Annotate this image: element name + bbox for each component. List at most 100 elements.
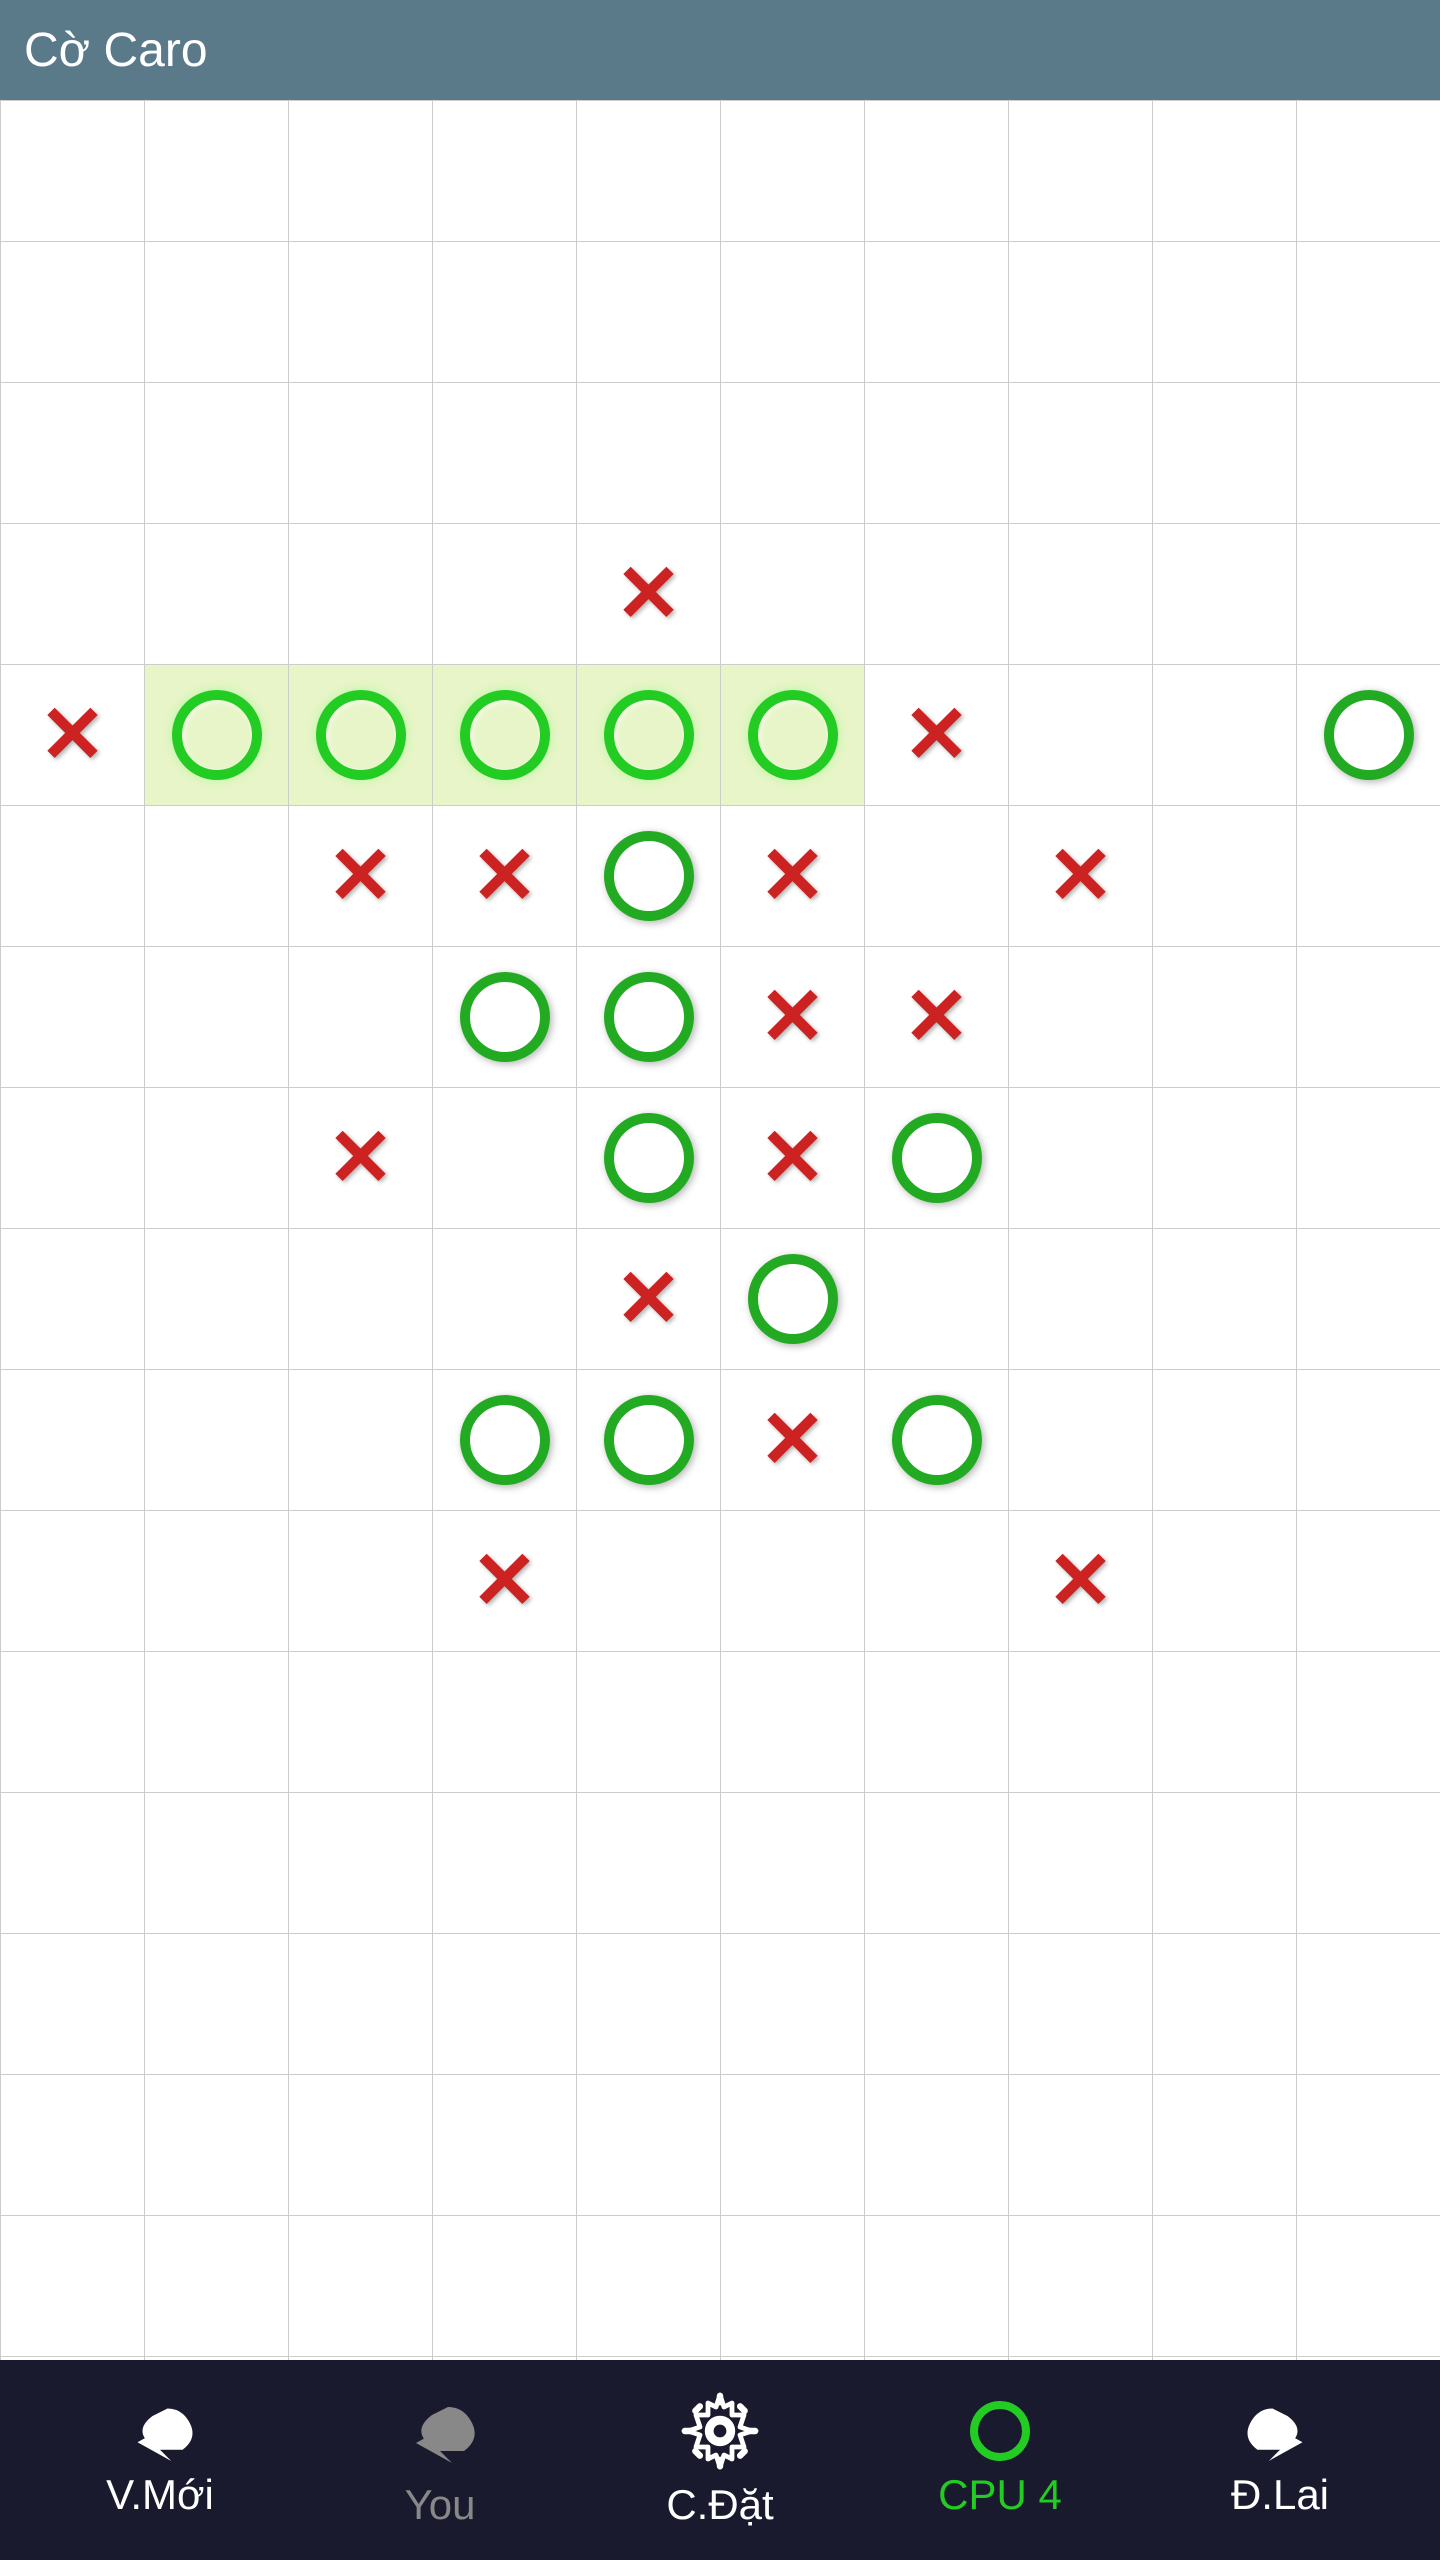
- grid-cell[interactable]: [1153, 1088, 1297, 1229]
- grid-cell[interactable]: [1153, 1370, 1297, 1511]
- grid-cell[interactable]: [1153, 1934, 1297, 2075]
- grid-cell[interactable]: [433, 947, 577, 1088]
- grid-cell[interactable]: [1297, 2216, 1440, 2357]
- grid-cell[interactable]: ✕: [721, 1370, 865, 1511]
- grid-cell[interactable]: [1297, 1793, 1440, 1934]
- grid-cell[interactable]: [433, 242, 577, 383]
- grid-cell[interactable]: [865, 1088, 1009, 1229]
- grid-cell[interactable]: [865, 1511, 1009, 1652]
- grid-cell[interactable]: [433, 1652, 577, 1793]
- grid-cell[interactable]: [721, 2357, 865, 2360]
- grid-cell[interactable]: [721, 1511, 865, 1652]
- grid-cell[interactable]: [1009, 1934, 1153, 2075]
- grid-cell[interactable]: [1297, 1229, 1440, 1370]
- grid-cell[interactable]: [145, 101, 289, 242]
- grid-cell[interactable]: [1009, 383, 1153, 524]
- grid-cell[interactable]: [1, 242, 145, 383]
- grid-cell[interactable]: [721, 242, 865, 383]
- grid-cell[interactable]: [1153, 1652, 1297, 1793]
- grid-cell[interactable]: [1297, 2357, 1440, 2360]
- grid-cell[interactable]: [1, 1088, 145, 1229]
- grid-cell[interactable]: [1, 2357, 145, 2360]
- grid-cell[interactable]: [145, 1088, 289, 1229]
- grid-cell[interactable]: [577, 2075, 721, 2216]
- grid-cell[interactable]: [145, 2216, 289, 2357]
- grid-cell[interactable]: [289, 1934, 433, 2075]
- grid-cell[interactable]: [1297, 2075, 1440, 2216]
- grid-cell[interactable]: [1009, 1370, 1153, 1511]
- grid-cell[interactable]: [721, 1934, 865, 2075]
- grid-cell[interactable]: [1, 1793, 145, 1934]
- grid-cell[interactable]: [289, 1793, 433, 1934]
- grid-cell[interactable]: ✕: [289, 806, 433, 947]
- grid-cell[interactable]: [433, 1088, 577, 1229]
- grid-cell[interactable]: [865, 2357, 1009, 2360]
- grid-cell[interactable]: ✕: [721, 1088, 865, 1229]
- grid-cell[interactable]: [1, 2216, 145, 2357]
- grid-cell[interactable]: [721, 1793, 865, 1934]
- grid-cell[interactable]: [1, 947, 145, 1088]
- grid-cell[interactable]: [1297, 524, 1440, 665]
- grid-cell[interactable]: [865, 1652, 1009, 1793]
- grid-cell[interactable]: [577, 2357, 721, 2360]
- grid-cell[interactable]: [1, 1229, 145, 1370]
- grid-cell[interactable]: [1009, 1088, 1153, 1229]
- grid-cell[interactable]: [1297, 1370, 1440, 1511]
- grid-cell[interactable]: [577, 242, 721, 383]
- grid-cell[interactable]: [289, 1229, 433, 1370]
- grid-cell[interactable]: [289, 524, 433, 665]
- grid-cell[interactable]: [577, 665, 721, 806]
- grid-cell[interactable]: [1, 1370, 145, 1511]
- grid-cell[interactable]: ✕: [1, 665, 145, 806]
- grid-cell[interactable]: [1, 2075, 145, 2216]
- grid-cell[interactable]: [1, 101, 145, 242]
- grid-cell[interactable]: [1009, 1229, 1153, 1370]
- grid-cell[interactable]: ✕: [577, 1229, 721, 1370]
- grid-cell[interactable]: [1297, 806, 1440, 947]
- grid-cell[interactable]: ✕: [577, 524, 721, 665]
- grid-cell[interactable]: [721, 383, 865, 524]
- grid-cell[interactable]: [1297, 383, 1440, 524]
- grid-cell[interactable]: [1153, 383, 1297, 524]
- grid-cell[interactable]: [289, 1652, 433, 1793]
- grid-cell[interactable]: [1153, 101, 1297, 242]
- grid-cell[interactable]: [577, 806, 721, 947]
- grid-cell[interactable]: [145, 242, 289, 383]
- grid-cell[interactable]: [1153, 1793, 1297, 1934]
- grid-cell[interactable]: [433, 383, 577, 524]
- grid-cell[interactable]: ✕: [1009, 806, 1153, 947]
- grid-cell[interactable]: [145, 1511, 289, 1652]
- grid-cell[interactable]: [577, 101, 721, 242]
- grid-cell[interactable]: [145, 2357, 289, 2360]
- grid-cell[interactable]: [1009, 1793, 1153, 1934]
- grid-cell[interactable]: [1297, 1511, 1440, 1652]
- grid-cell[interactable]: [289, 1370, 433, 1511]
- grid-cell[interactable]: [433, 665, 577, 806]
- grid-cell[interactable]: [289, 665, 433, 806]
- grid-cell[interactable]: [1, 524, 145, 665]
- grid-cell[interactable]: [433, 1793, 577, 1934]
- grid-cell[interactable]: [1, 1934, 145, 2075]
- grid-cell[interactable]: [145, 947, 289, 1088]
- grid-cell[interactable]: [721, 1229, 865, 1370]
- grid-cell[interactable]: [1297, 1934, 1440, 2075]
- grid-cell[interactable]: ✕: [289, 1088, 433, 1229]
- grid-cell[interactable]: [1153, 2075, 1297, 2216]
- grid-cell[interactable]: [145, 2075, 289, 2216]
- grid-cell[interactable]: [865, 2216, 1009, 2357]
- grid-cell[interactable]: [1297, 1088, 1440, 1229]
- grid-cell[interactable]: [865, 242, 1009, 383]
- grid-cell[interactable]: ✕: [433, 1511, 577, 1652]
- grid-cell[interactable]: [1153, 524, 1297, 665]
- grid-cell[interactable]: ✕: [865, 665, 1009, 806]
- grid-cell[interactable]: [577, 383, 721, 524]
- grid-cell[interactable]: [865, 1934, 1009, 2075]
- grid-cell[interactable]: [289, 242, 433, 383]
- grid-cell[interactable]: [865, 1370, 1009, 1511]
- grid-cell[interactable]: [289, 101, 433, 242]
- grid-cell[interactable]: [1153, 242, 1297, 383]
- grid-cell[interactable]: [1153, 665, 1297, 806]
- undo-button[interactable]: Đ.Lai: [1180, 2401, 1380, 2519]
- grid-cell[interactable]: [1297, 947, 1440, 1088]
- grid-cell[interactable]: [865, 806, 1009, 947]
